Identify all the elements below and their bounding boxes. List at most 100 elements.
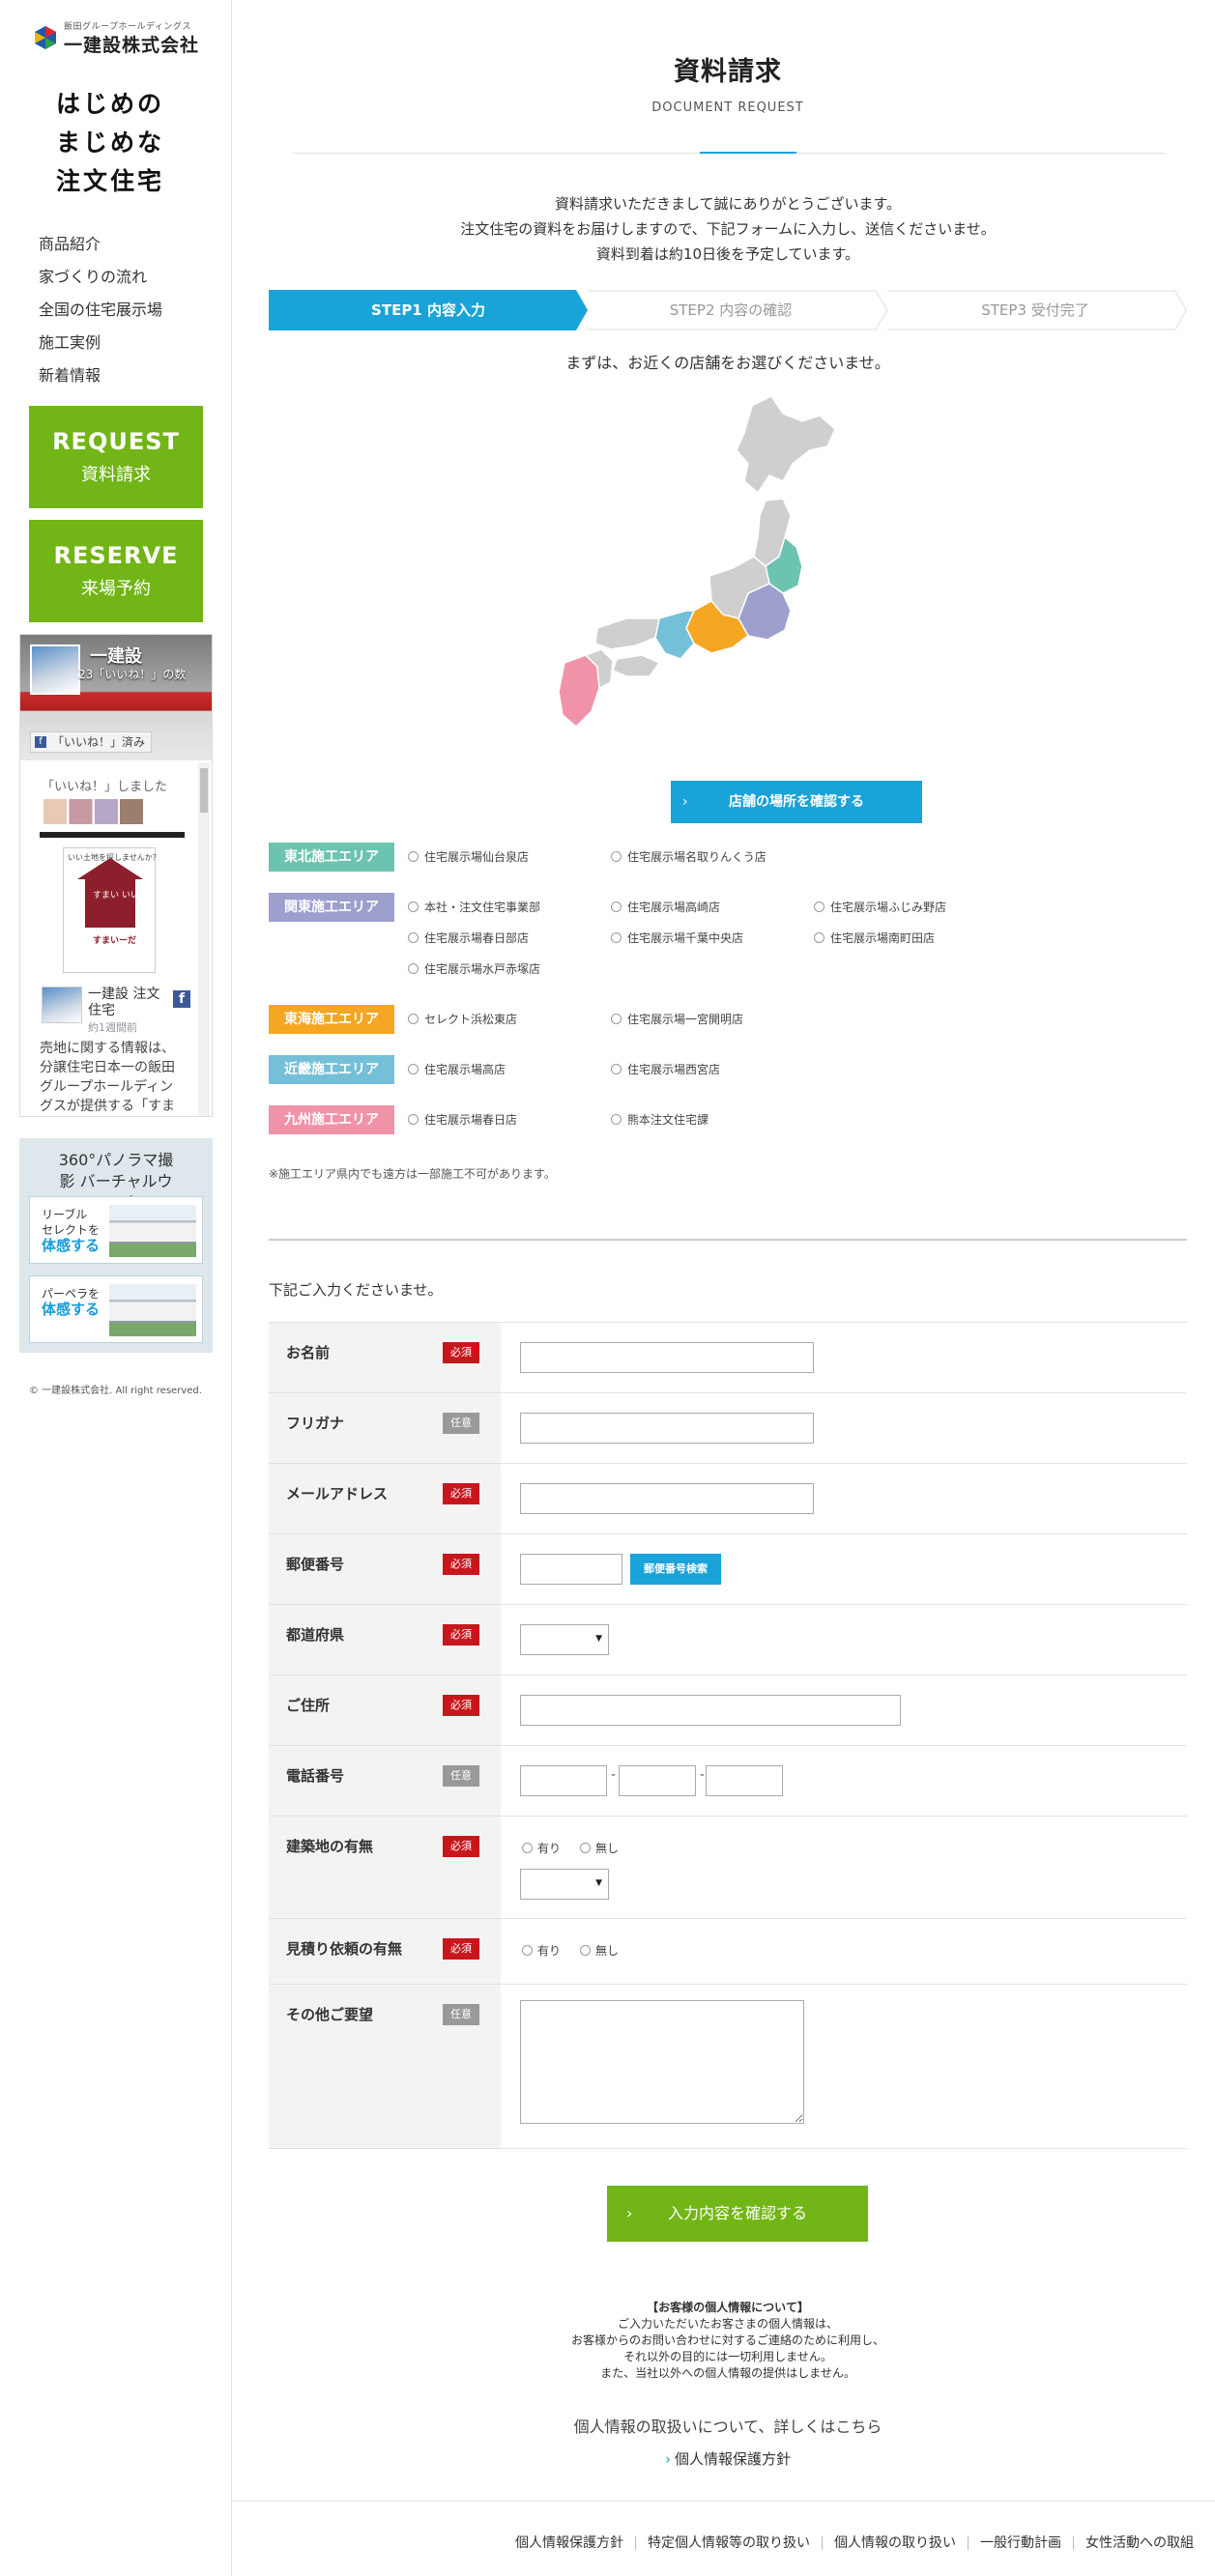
pref-select[interactable]	[520, 1624, 609, 1655]
panorama-item-pabella-name: パーペラを	[42, 1287, 101, 1301]
store-option[interactable]: 本社・注文住宅事業部	[408, 893, 540, 922]
panorama-item-pabella[interactable]: パーペラを 体感する	[29, 1275, 203, 1343]
scrollbar-thumb[interactable]	[200, 768, 208, 813]
store-option[interactable]: 住宅展示場ふじみ野店	[814, 893, 946, 922]
facebook-post-avatar[interactable]	[42, 987, 82, 1023]
radio-icon[interactable]	[408, 902, 419, 912]
privacy-policy-link[interactable]: › 個人情報保護方針	[269, 2448, 1187, 2469]
facebook-page-name[interactable]: 一建設	[90, 643, 142, 668]
estimate-yes-option[interactable]: 有り	[522, 1942, 561, 1959]
facebook-scrollbar[interactable]	[198, 762, 210, 1116]
radio-icon[interactable]	[611, 1064, 622, 1074]
store-option[interactable]: 住宅展示場名取りんくう店	[611, 843, 767, 872]
radio-icon[interactable]	[408, 851, 419, 862]
section-divider	[269, 1239, 1187, 1241]
form-row-address: ご住所 必須	[269, 1675, 1187, 1746]
footer-links: 個人情報保護方針 特定個人情報等の取り扱い 個人情報の取り扱い 一般行動計画 女…	[504, 2536, 1205, 2550]
store-option[interactable]: 住宅展示場千葉中央店	[611, 924, 743, 953]
logo[interactable]: 飯田グループホールディングス 一建設株式会社	[33, 17, 207, 56]
store-option[interactable]: 住宅展示場西宮店	[611, 1055, 720, 1084]
copyright: © 一建設株式会社. All right reserved.	[29, 1386, 202, 1396]
radio-icon[interactable]	[814, 932, 824, 943]
land-no-option[interactable]: 無し	[580, 1840, 619, 1856]
field-label-estimate: 見積り依頼の有無	[286, 1940, 403, 1958]
email-input[interactable]	[520, 1483, 814, 1514]
map-store-button[interactable]: › 店舗の場所を確認する	[671, 781, 922, 823]
map-chugoku-grey	[594, 617, 660, 650]
footer: 個人情報保護方針 特定個人情報等の取り扱い 個人情報の取り扱い 一般行動計画 女…	[232, 2501, 1215, 2576]
land-yes-label: 有り	[537, 1842, 562, 1855]
title-divider	[292, 152, 1166, 154]
panorama-item-libre[interactable]: リーブル セレクトを 体感する	[29, 1196, 203, 1264]
radio-icon[interactable]	[580, 1945, 591, 1956]
area-tag-kinki: 近畿施工エリア	[269, 1055, 394, 1084]
tel-input-1[interactable]	[520, 1765, 607, 1796]
facebook-page-thumbnail[interactable]	[30, 644, 80, 695]
request-button[interactable]: REQUEST 資料請求	[29, 406, 203, 508]
store-option[interactable]: 住宅展示場水戸赤塚店	[408, 955, 540, 984]
reserve-button[interactable]: RESERVE 来場予約	[29, 520, 203, 622]
privacy-line-2: お客様からのお問い合わせに対するご連絡のために利用し、	[570, 2333, 884, 2347]
address-input[interactable]	[520, 1695, 901, 1726]
radio-icon[interactable]	[814, 902, 824, 912]
tel-separator: -	[611, 1767, 617, 1783]
nav-item-products[interactable]: 商品紹介	[39, 228, 162, 261]
nav-item-cases[interactable]: 施工実例	[39, 327, 162, 359]
radio-icon[interactable]	[408, 963, 419, 974]
radio-icon[interactable]	[611, 932, 622, 943]
store-option-label: 住宅展示場高崎店	[627, 901, 721, 914]
radio-icon[interactable]	[408, 1114, 419, 1125]
radio-icon[interactable]	[408, 932, 419, 943]
radio-icon[interactable]	[611, 1114, 622, 1125]
kana-input[interactable]	[520, 1413, 814, 1444]
tel-input-2[interactable]	[619, 1765, 696, 1796]
footer-link-action-plan[interactable]: 一般行動計画	[968, 2536, 1073, 2550]
radio-icon[interactable]	[522, 1945, 533, 1956]
footer-link-personal-info[interactable]: 個人情報の取り扱い	[822, 2536, 968, 2550]
store-option[interactable]: 住宅展示場高崎店	[611, 893, 720, 922]
footer-link-privacy-policy[interactable]: 個人情報保護方針	[504, 2536, 635, 2550]
radio-icon[interactable]	[408, 1014, 419, 1024]
confirm-submit-button[interactable]: › 入力内容を確認する	[607, 2186, 868, 2242]
estimate-no-option[interactable]: 無し	[580, 1942, 619, 1959]
facebook-icon[interactable]: f	[173, 990, 190, 1008]
store-option[interactable]: 住宅展示場高店	[408, 1055, 506, 1084]
store-option[interactable]: 住宅展示場一宮開明店	[611, 1005, 743, 1034]
nav-item-news[interactable]: 新着情報	[39, 359, 162, 392]
radio-icon[interactable]	[611, 1014, 622, 1024]
required-badge: 必須	[443, 1554, 479, 1575]
store-option[interactable]: 住宅展示場仙台泉店	[408, 843, 529, 872]
radio-icon[interactable]	[611, 902, 622, 912]
map-store-button-label: 店舗の場所を確認する	[729, 794, 864, 810]
radio-icon[interactable]	[408, 1064, 419, 1074]
estimate-no-label: 無し	[595, 1944, 620, 1958]
other-textarea[interactable]	[520, 2000, 804, 2124]
radio-icon[interactable]	[580, 1843, 591, 1853]
store-option[interactable]: 住宅展示場南町田店	[814, 924, 935, 953]
store-option[interactable]: 住宅展示場春日部店	[408, 924, 529, 953]
zip-input[interactable]	[520, 1554, 622, 1585]
chevron-right-icon: ›	[682, 794, 688, 810]
facebook-post-image[interactable]: いい土地を探しませんか？ すまい いいだ すまいーだ	[63, 847, 160, 973]
footer-link-women[interactable]: 女性活動への取組	[1073, 2536, 1205, 2550]
optional-badge: 任意	[443, 2004, 479, 2025]
footer-link-specific-info[interactable]: 特定個人情報等の取り扱い	[635, 2536, 822, 2550]
land-select[interactable]	[520, 1869, 609, 1900]
store-option[interactable]: 住宅展示場春日店	[408, 1105, 517, 1134]
zip-search-button[interactable]: 郵便番号検索	[630, 1554, 721, 1585]
land-yes-option[interactable]: 有り	[522, 1840, 561, 1856]
radio-icon[interactable]	[522, 1843, 533, 1853]
intro-line-3: 資料到着は約10日後を予定しています。	[595, 245, 860, 263]
japan-map[interactable]	[530, 386, 936, 831]
name-input[interactable]	[520, 1342, 814, 1373]
facebook-liked-button[interactable]: f 「いいね！」済み	[30, 731, 153, 753]
radio-icon[interactable]	[611, 851, 622, 862]
nav-item-showrooms[interactable]: 全国の住宅展示場	[39, 294, 162, 327]
field-label-tel: 電話番号	[286, 1767, 345, 1785]
nav-item-flow[interactable]: 家づくりの流れ	[39, 261, 162, 294]
store-option-label: 住宅展示場千葉中央店	[627, 931, 744, 945]
facebook-post-author[interactable]: 一建設 注文住宅	[88, 987, 165, 1019]
store-option[interactable]: セレクト浜松東店	[408, 1005, 517, 1034]
store-option[interactable]: 熊本注文住宅課	[611, 1105, 709, 1134]
tel-input-3[interactable]	[706, 1765, 783, 1796]
